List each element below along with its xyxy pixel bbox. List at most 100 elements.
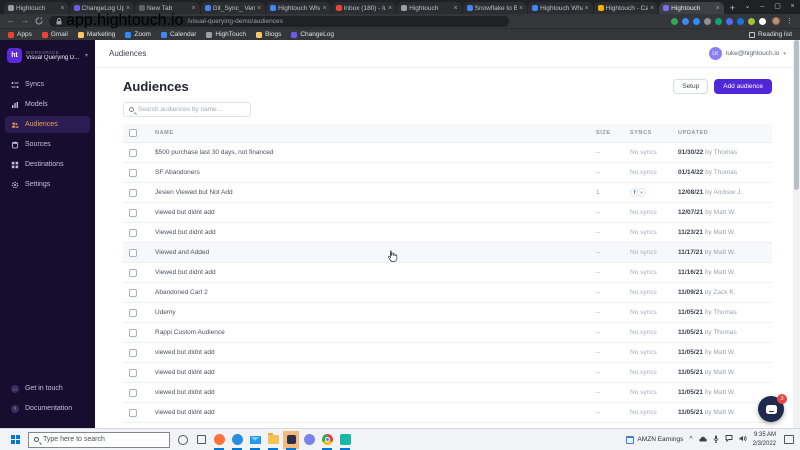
extension-icon[interactable] bbox=[704, 17, 711, 25]
sidebar-footer-get-in-touch[interactable]: … Get in touch bbox=[5, 380, 90, 397]
tab-close-icon[interactable]: × bbox=[322, 5, 326, 12]
row-checkbox[interactable] bbox=[129, 268, 137, 277]
sidebar-item-models[interactable]: Models bbox=[5, 96, 90, 113]
table-row[interactable]: viewed but didnt add -- No syncs 11/05/21 b… bbox=[123, 383, 772, 403]
row-checkbox[interactable] bbox=[129, 208, 137, 217]
extension-icon[interactable] bbox=[693, 17, 700, 25]
microphone-icon[interactable] bbox=[713, 435, 719, 445]
row-checkbox[interactable] bbox=[129, 408, 137, 417]
tab-close-icon[interactable]: × bbox=[454, 5, 458, 12]
bookmark-item[interactable]: Blogs bbox=[256, 31, 281, 38]
sidebar-item-settings[interactable]: Settings bbox=[5, 176, 90, 193]
row-checkbox[interactable] bbox=[129, 348, 137, 357]
extension-icon[interactable] bbox=[748, 17, 755, 25]
browser-profile-avatar[interactable] bbox=[772, 17, 780, 25]
bookmark-item[interactable]: Gmail bbox=[41, 31, 68, 38]
table-row[interactable]: SF Abandoners -- No syncs 01/14/22 by Thoma… bbox=[123, 163, 772, 183]
start-button[interactable] bbox=[6, 430, 24, 450]
support-chat-button[interactable]: 3 bbox=[758, 394, 787, 422]
tab-close-icon[interactable]: × bbox=[585, 5, 589, 12]
table-row[interactable]: Rappi Custom Audience -- No syncs 11/05/21 … bbox=[123, 323, 772, 343]
sidebar-item-audiences[interactable]: Audiences bbox=[5, 116, 90, 133]
workspace-switcher[interactable]: ht WORKSPACE Visual Querying D... ▾ bbox=[0, 40, 95, 69]
bookmark-item[interactable]: Zoom bbox=[125, 31, 151, 38]
close-icon[interactable]: × bbox=[785, 0, 800, 14]
bookmark-item[interactable]: Marketing bbox=[77, 31, 115, 38]
row-checkbox[interactable] bbox=[129, 248, 137, 257]
browser-tab[interactable]: Hightouch × bbox=[659, 2, 724, 14]
table-row[interactable]: viewed but didnt add -- No syncs 11/05/21 b… bbox=[123, 343, 772, 363]
browser-tab[interactable]: Hightouch - Ca...× bbox=[593, 2, 659, 14]
forward-icon[interactable]: → bbox=[21, 17, 29, 25]
table-row[interactable]: Udemy -- No syncs 11/05/21 by Thomas bbox=[123, 303, 772, 323]
file-explorer-icon[interactable] bbox=[264, 430, 282, 450]
capture-app-icon[interactable] bbox=[336, 430, 354, 450]
table-row[interactable]: Viewed and Added -- No syncs 11/17/21 by Ma… bbox=[123, 243, 772, 263]
extension-icon[interactable] bbox=[726, 17, 733, 25]
tray-expand-icon[interactable]: ^ bbox=[689, 436, 692, 443]
extension-icon[interactable] bbox=[682, 17, 689, 25]
sidebar-footer-documentation[interactable]: i Documentation bbox=[5, 400, 90, 417]
tab-close-icon[interactable]: × bbox=[388, 5, 392, 12]
setup-button[interactable]: Setup bbox=[673, 79, 709, 94]
user-menu[interactable]: LK luke@hightouch.io ▾ bbox=[708, 47, 786, 60]
teams-icon[interactable] bbox=[300, 430, 318, 450]
browser-menu-icon[interactable]: ⋮ bbox=[786, 17, 793, 25]
bookmark-item[interactable]: ChangeLog bbox=[291, 31, 334, 38]
reload-icon[interactable] bbox=[35, 17, 43, 25]
table-row[interactable]: viewed but didnt add -- No syncs 11/05/21 b… bbox=[123, 363, 772, 383]
taskbar-clock[interactable]: 9:35 AM 2/3/2022 bbox=[753, 431, 776, 447]
row-checkbox[interactable] bbox=[129, 308, 137, 317]
bookmark-item[interactable]: HighTouch bbox=[206, 31, 246, 38]
extension-icon[interactable] bbox=[737, 17, 744, 25]
browser-tab[interactable]: Inbox (180) - lu...× bbox=[331, 2, 397, 14]
tab-close-icon[interactable]: × bbox=[519, 5, 523, 12]
bookmark-item[interactable]: Calendar bbox=[160, 31, 196, 38]
tab-close-icon[interactable]: × bbox=[126, 5, 130, 12]
tab-close-icon[interactable]: × bbox=[716, 5, 720, 12]
extension-icon[interactable] bbox=[671, 17, 678, 25]
extension-icon[interactable] bbox=[715, 17, 722, 25]
tray-calendar-widget[interactable]: AMZN Earnings bbox=[626, 435, 683, 444]
table-row[interactable]: Viewed but didnt add -- No syncs 11/16/21 b… bbox=[123, 263, 772, 283]
reading-list-button[interactable]: Reading list bbox=[749, 31, 792, 38]
action-center-icon[interactable] bbox=[784, 435, 794, 444]
browser-tab[interactable]: Hightouch × bbox=[397, 2, 462, 14]
row-checkbox[interactable] bbox=[129, 188, 137, 197]
table-row[interactable]: viewed but didnt add -- No syncs 11/05/21 b… bbox=[123, 403, 772, 423]
table-row[interactable]: viewed but didnt add -- No syncs 12/07/21 b… bbox=[123, 203, 772, 223]
edge-icon[interactable] bbox=[228, 430, 246, 450]
task-view-icon[interactable] bbox=[192, 430, 210, 450]
add-audience-button[interactable]: Add audience bbox=[714, 79, 772, 94]
back-icon[interactable]: ← bbox=[7, 17, 15, 25]
browser-tab[interactable]: Git_Sync_ Vend...× bbox=[200, 2, 266, 14]
table-row[interactable]: Jesien Viewed but Not Add 1 f ◗ 12/08/21 by … bbox=[123, 183, 772, 203]
search-input[interactable]: Search audiences by name... bbox=[123, 102, 251, 117]
tab-close-icon[interactable]: × bbox=[191, 5, 195, 12]
cortana-icon[interactable] bbox=[174, 430, 192, 450]
tab-close-icon[interactable]: × bbox=[650, 5, 654, 12]
sidebar-item-destinations[interactable]: Destinations bbox=[5, 156, 90, 173]
table-row[interactable]: Abandoned Cart 2 -- No syncs 11/09/21 by Za… bbox=[123, 283, 772, 303]
taskbar-search[interactable]: Type here to search bbox=[28, 431, 170, 448]
address-bar[interactable]: app.hightouch.io/visual-querying-demo/au… bbox=[49, 12, 509, 29]
volume-icon[interactable] bbox=[739, 435, 747, 444]
row-checkbox[interactable] bbox=[129, 148, 137, 157]
page-scrollbar[interactable] bbox=[793, 40, 800, 428]
browser-tab[interactable]: Hightouch × bbox=[4, 2, 69, 14]
sidebar-item-syncs[interactable]: Syncs bbox=[5, 76, 90, 93]
new-tab-button[interactable]: + bbox=[725, 2, 740, 14]
row-checkbox[interactable] bbox=[129, 168, 137, 177]
select-all-checkbox[interactable] bbox=[129, 129, 137, 137]
maximize-icon[interactable]: ▢ bbox=[770, 0, 785, 14]
tab-search-chevron-icon[interactable]: ⌄ bbox=[740, 0, 755, 14]
bookmark-item[interactable]: Apps bbox=[8, 31, 32, 38]
table-row[interactable]: $500 purchase last 30 days, not financed… bbox=[123, 143, 772, 163]
tab-close-icon[interactable]: × bbox=[60, 5, 64, 12]
firefox-icon[interactable] bbox=[210, 430, 228, 450]
row-checkbox[interactable] bbox=[129, 228, 137, 237]
sidebar-item-sources[interactable]: Sources bbox=[5, 136, 90, 153]
extension-icon[interactable] bbox=[759, 17, 766, 25]
onedrive-icon[interactable] bbox=[698, 435, 707, 444]
tab-close-icon[interactable]: × bbox=[257, 5, 261, 12]
